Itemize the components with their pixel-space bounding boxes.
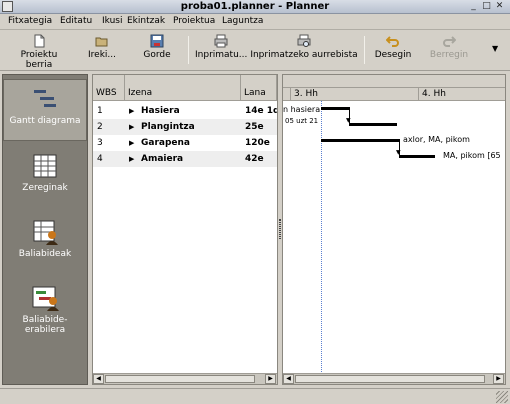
printer-icon [214, 34, 228, 48]
menu-edit[interactable]: Editatu [60, 16, 92, 26]
save-disk-icon [150, 34, 164, 48]
table-row[interactable]: 2 ▶ Plangintza 25e [93, 119, 277, 135]
expand-arrow-icon[interactable]: ▶ [129, 155, 134, 163]
minimize-button[interactable]: _ [468, 1, 479, 12]
scroll-left-arrow-icon[interactable]: ◀ [283, 374, 294, 384]
gantt-bar-summary[interactable] [349, 123, 397, 126]
table-row[interactable]: 3 ▶ Garapena 120e [93, 135, 277, 151]
scroll-thumb[interactable] [295, 375, 485, 383]
open-button[interactable]: Ireki... [86, 34, 118, 68]
new-document-icon [34, 34, 45, 48]
sidebar-item-tasks[interactable]: Zereginak [3, 147, 87, 205]
scroll-right-arrow-icon[interactable]: ▶ [265, 374, 276, 384]
print-preview-icon [297, 34, 311, 47]
resources-icon [33, 220, 58, 245]
expand-arrow-icon[interactable]: ▶ [129, 139, 134, 147]
status-bar [0, 388, 510, 404]
scroll-left-arrow-icon[interactable]: ◀ [93, 374, 104, 384]
print-preview-button[interactable]: Inprimatzeko aurrebista [250, 34, 358, 68]
task-table: WBS Izena Lana 1 ▶ Hasiera 14e 1d 2 ▶ Pl… [92, 74, 278, 385]
toolbar-overflow-icon[interactable]: ▼ [492, 44, 498, 53]
gantt-chart[interactable]: 3. Hh 4. Hh n hasiera 05 uzt 21 ▼ ▼ axlo… [282, 74, 506, 385]
scroll-thumb[interactable] [105, 375, 255, 383]
column-header-wbs[interactable]: WBS [93, 75, 125, 101]
sidebar-item-resource-usage[interactable]: Baliabide-erabilera [3, 279, 87, 337]
toolbar-separator [364, 36, 365, 64]
gantt-week-header: 3. Hh [291, 88, 419, 101]
maximize-button[interactable]: □ [481, 1, 492, 12]
open-folder-icon [95, 37, 108, 47]
gantt-bar-summary[interactable] [321, 107, 349, 110]
table-row[interactable]: 1 ▶ Hasiera 14e 1d [93, 103, 277, 119]
title-bar: proba01.planner - Planner _ □ ✕ [0, 0, 510, 14]
column-header-name[interactable]: Izena [125, 75, 241, 101]
new-project-button[interactable]: Proiektu berria [6, 34, 72, 70]
menu-help[interactable]: Laguntza [222, 16, 263, 26]
scroll-right-arrow-icon[interactable]: ▶ [493, 374, 504, 384]
tasks-icon [33, 154, 57, 178]
gantt-header-top [283, 75, 505, 88]
gantt-header-cell [283, 88, 291, 101]
menu-file[interactable]: Fitxategia [8, 16, 52, 26]
gantt-horizontal-scrollbar[interactable]: ◀ ▶ [283, 373, 505, 384]
view-sidebar: Gantt diagrama Zereginak Baliabideak Bal… [2, 74, 88, 385]
expand-arrow-icon[interactable]: ▶ [129, 123, 134, 131]
print-button[interactable]: Inprimatu... [195, 34, 247, 68]
resize-grip-icon[interactable] [496, 391, 508, 403]
redo-button[interactable]: Berregin [428, 34, 470, 68]
main-content: Gantt diagrama Zereginak Baliabideak Bal… [0, 72, 510, 388]
menu-project[interactable]: Proiektua [173, 16, 215, 26]
window-title: proba01.planner - Planner [180, 1, 330, 12]
toolbar-separator [188, 36, 189, 64]
undo-arrow-icon [386, 36, 399, 47]
sidebar-item-resources[interactable]: Baliabideak [3, 213, 87, 271]
column-header-work[interactable]: Lana [241, 75, 277, 101]
menu-view[interactable]: Ikusi [102, 16, 122, 26]
save-button[interactable]: Gorde [142, 34, 172, 68]
close-button[interactable]: ✕ [494, 1, 505, 12]
gantt-bar-summary[interactable] [321, 139, 399, 142]
gantt-icon [34, 90, 56, 107]
toolbar: Proiektu berria Ireki... Gorde Inprimatu… [0, 31, 510, 71]
table-horizontal-scrollbar[interactable]: ◀ ▶ [93, 373, 277, 384]
redo-arrow-icon [443, 36, 456, 47]
menu-bar: Fitxategia Editatu Ikusi Ekintzak Proiek… [0, 14, 510, 30]
table-row[interactable]: 4 ▶ Amaiera 42e [93, 151, 277, 167]
resource-usage-icon [32, 286, 59, 311]
menu-actions[interactable]: Ekintzak [127, 16, 165, 26]
sidebar-item-gantt[interactable]: Gantt diagrama [3, 79, 87, 141]
gantt-week-header: 4. Hh [419, 88, 505, 101]
undo-button[interactable]: Desegin [374, 34, 412, 68]
gantt-bar-summary[interactable] [399, 155, 435, 158]
today-line [321, 101, 322, 384]
expand-arrow-icon[interactable]: ▶ [129, 107, 134, 115]
